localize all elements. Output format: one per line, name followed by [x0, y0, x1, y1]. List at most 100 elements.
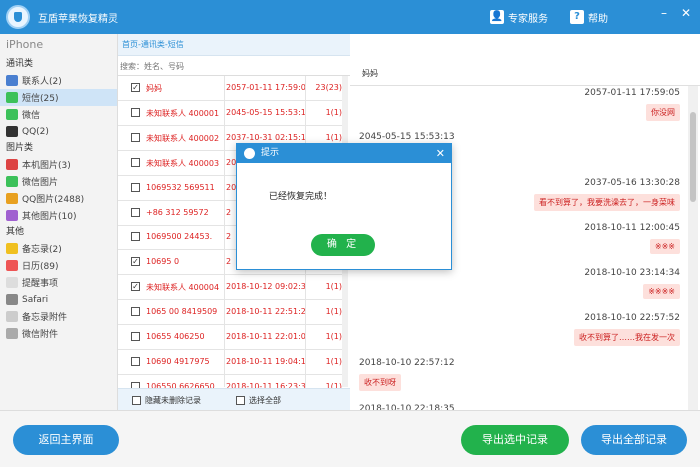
- message-bubble[interactable]: ※※※※: [643, 284, 680, 299]
- sidebar-item-label: 微信图片: [22, 178, 59, 188]
- sidebar-item[interactable]: 联系人(2): [0, 72, 117, 89]
- list-row[interactable]: ✓ 妈妈 2057-01-11 17:59:05 23(23): [118, 76, 348, 101]
- row-count: 23(23): [315, 83, 342, 92]
- row-checkbox[interactable]: ✓: [131, 83, 140, 92]
- row-contact: 未知联系人 400003: [146, 158, 220, 168]
- minimize-icon[interactable]: –: [655, 4, 673, 22]
- bottom-bar: 返回主界面 导出选中记录 导出全部记录: [0, 410, 700, 467]
- sidebar-item[interactable]: 微信图片: [0, 173, 117, 190]
- row-contact: 未知联系人 400002: [146, 133, 220, 143]
- export-all-button[interactable]: 导出全部记录: [581, 425, 687, 455]
- sidebar-item-label: 本机图片(3): [22, 161, 71, 171]
- message-bubble[interactable]: 收不到算了……我在发一次: [574, 329, 680, 346]
- row-checkbox[interactable]: ✓: [131, 257, 140, 267]
- sidebar-item-label: 联系人(2): [22, 77, 62, 87]
- sidebar-item-label: 微信: [22, 111, 41, 121]
- row-date: 2045-05-15 15:53:13: [226, 107, 306, 117]
- chat-scroll-thumb[interactable]: [690, 112, 696, 202]
- sidebar-item[interactable]: 其他图片(10): [0, 207, 117, 224]
- close-icon[interactable]: ✕: [677, 4, 695, 22]
- row-contact: 未知联系人 400001: [146, 108, 220, 118]
- sidebar-item-label: 备忘录(2): [22, 245, 62, 255]
- search-input[interactable]: [120, 57, 346, 75]
- select-all-checkbox[interactable]: [236, 396, 245, 405]
- select-all-option[interactable]: 选择全部: [236, 395, 281, 406]
- sms-icon: [6, 92, 18, 103]
- sidebar-item-label: QQ图片(2488): [22, 195, 85, 205]
- list-row[interactable]: 10655 406250 2018-10-11 22:01:00 1(1): [118, 325, 348, 350]
- expert-service-label: 专家服务: [508, 13, 548, 25]
- list-row[interactable]: 未知联系人 400001 2045-05-15 15:53:13 1(1): [118, 101, 348, 126]
- row-contact: 妈妈: [146, 84, 162, 93]
- message-bubble[interactable]: 看不到算了，我要洗澡去了，一身菜味: [534, 194, 680, 211]
- list-row[interactable]: 1065 00 8419509 2018-10-11 22:51:21 1(1): [118, 300, 348, 326]
- sidebar-item[interactable]: 日历(89): [0, 257, 117, 274]
- sidebar-item-label: QQ(2): [22, 126, 49, 137]
- search-box[interactable]: [118, 56, 350, 76]
- sidebar-item[interactable]: 微信: [0, 106, 117, 123]
- row-checkbox[interactable]: [131, 332, 140, 341]
- row-date: 2018-10-11 22:51:21: [226, 307, 306, 317]
- row-contact: +86 312 59572: [146, 207, 209, 217]
- message-bubble[interactable]: 收不到呀: [359, 374, 401, 391]
- sidebar-item[interactable]: Safari: [0, 291, 117, 308]
- row-checkbox[interactable]: [131, 307, 140, 317]
- back-home-button[interactable]: 返回主界面: [13, 425, 119, 455]
- sidebar-item[interactable]: 备忘录附件: [0, 308, 117, 325]
- sidebar-item[interactable]: 备忘录(2): [0, 240, 117, 257]
- list-row[interactable]: 10690 4917975 2018-10-11 19:04:18 1(1): [118, 350, 348, 375]
- sidebar-item[interactable]: QQ(2): [0, 123, 117, 140]
- list-row[interactable]: ✓ 未知联系人 400004 2018-10-12 09:02:30 1(1): [118, 275, 348, 301]
- contacts-icon: [6, 75, 18, 86]
- sidebar-item[interactable]: 短信(25): [0, 89, 117, 106]
- photo-icon: [6, 159, 18, 170]
- hide-deleted-checkbox[interactable]: [132, 396, 141, 405]
- row-checkbox[interactable]: [131, 207, 140, 217]
- export-selected-button[interactable]: 导出选中记录: [461, 425, 569, 455]
- message-bubble[interactable]: ※※※: [649, 239, 680, 254]
- message-time: 2037-05-16 13:30:28: [584, 178, 680, 188]
- hide-deleted-option[interactable]: 隐藏未删除记录: [132, 395, 201, 406]
- qq-icon: [6, 126, 18, 137]
- sidebar-item[interactable]: 本机图片(3): [0, 156, 117, 173]
- message-time: 2045-05-15 15:53:13: [359, 132, 455, 142]
- sidebar-item-label: 备忘录附件: [22, 313, 68, 323]
- other-photo-icon: [6, 210, 18, 221]
- wechat-photo-icon: [6, 176, 18, 187]
- row-checkbox[interactable]: ✓: [131, 282, 140, 292]
- help-button[interactable]: ? 帮助: [570, 8, 608, 26]
- breadcrumb[interactable]: 首页-通讯类-短信: [118, 34, 350, 56]
- row-contact: 10695 0: [146, 257, 180, 267]
- memo-attach-icon: [6, 311, 18, 322]
- title-bar: 互盾苹果恢复精灵 👤 专家服务 ? 帮助 – ✕: [0, 0, 700, 34]
- row-checkbox[interactable]: [131, 157, 140, 167]
- sidebar-item-label: 提醒事项: [22, 279, 59, 289]
- row-date: 2037-10-31 02:15:13: [226, 132, 306, 142]
- row-checkbox[interactable]: [131, 232, 140, 242]
- completion-dialog: 提示 ✕ 已经恢复完成！ 确 定: [236, 143, 452, 270]
- sidebar-item[interactable]: 提醒事项: [0, 274, 117, 291]
- dialog-close-icon[interactable]: ✕: [436, 144, 445, 163]
- sidebar-item[interactable]: 微信附件: [0, 325, 117, 342]
- row-contact: 1065 00 8419509: [146, 307, 218, 317]
- row-date: 2018-10-11 22:01:00: [226, 332, 306, 341]
- message-time: 2018-10-10 22:57:12: [359, 358, 455, 368]
- sidebar-item[interactable]: QQ图片(2488): [0, 190, 117, 207]
- sidebar-item-label: 微信附件: [22, 330, 59, 340]
- wechat-icon: [6, 109, 18, 120]
- row-checkbox[interactable]: [131, 182, 140, 192]
- message-time: 2018-10-11 12:00:45: [584, 223, 680, 233]
- row-checkbox[interactable]: [131, 107, 140, 117]
- sidebar-item-label: Safari: [22, 294, 49, 305]
- sidebar-list: 通讯类 联系人(2) 短信(25) 微信 QQ(2) 图片类 本机图片(3) 微信图片 QQ图片…: [0, 56, 117, 342]
- row-checkbox[interactable]: [131, 356, 140, 366]
- expert-service-button[interactable]: 👤 专家服务: [490, 8, 548, 26]
- dialog-message: 已经恢复完成！: [269, 192, 333, 202]
- row-checkbox[interactable]: [131, 132, 140, 142]
- message-bubble[interactable]: 你没网: [646, 104, 680, 121]
- help-icon: ?: [570, 10, 584, 24]
- sidebar-item-label: 短信(25): [22, 94, 59, 104]
- sidebar-item-label: 其他图片(10): [22, 212, 77, 222]
- wechat-attach-icon: [6, 328, 18, 339]
- dialog-ok-button[interactable]: 确 定: [311, 234, 375, 256]
